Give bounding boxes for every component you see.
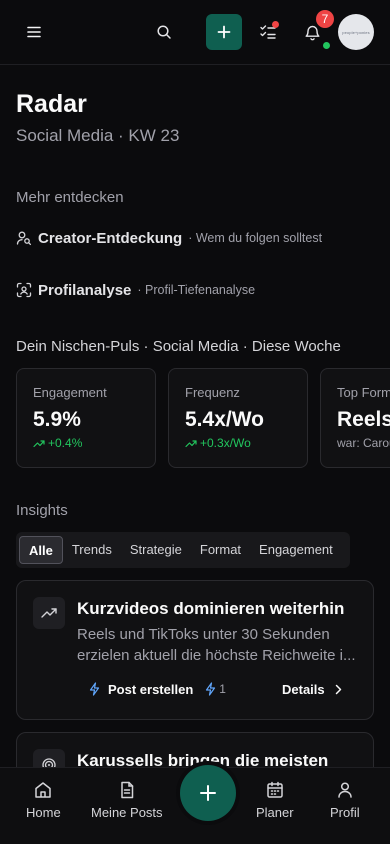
tab-strategie[interactable]: Strategie: [121, 536, 191, 564]
tab-engagement[interactable]: Engagement: [250, 536, 342, 564]
lightning-icon: [89, 682, 100, 696]
page-title: Radar: [16, 90, 87, 118]
stat-delta: +0.3x/Wo: [185, 436, 307, 450]
tab-trends[interactable]: Trends: [63, 536, 121, 564]
user-icon: [338, 782, 352, 798]
stat-label: Engagement: [33, 385, 107, 400]
avatar[interactable]: people+ponies: [338, 14, 374, 50]
stat-card-top-format[interactable]: Top Format Reels war: Carousel: [320, 368, 390, 468]
tab-format[interactable]: Format: [191, 536, 250, 564]
lightning-icon: [206, 682, 216, 696]
insights-heading: Insights: [16, 502, 68, 519]
create-post-label: Post erstellen: [108, 681, 194, 697]
chevron-right-icon: [335, 684, 341, 694]
insight-count-value: 1: [219, 682, 226, 696]
scan-face-icon: [16, 282, 32, 298]
discover-item-profile-analysis[interactable]: Profilanalyse · Profil-Tiefenanalyse: [16, 279, 255, 301]
insight-title: Kurzvideos dominieren weiterhin: [77, 599, 345, 618]
plus-icon: [200, 785, 216, 801]
pulse-cards[interactable]: Engagement 5.9% +0.4% Frequenz 5.4x/Wo +…: [16, 368, 390, 468]
nav-label: Planer: [256, 805, 294, 820]
avatar-logo-text: people+ponies: [342, 29, 370, 35]
pulse-heading: Dein Nischen-Puls · Social Media · Diese…: [16, 338, 341, 355]
stat-card-frequency[interactable]: Frequenz 5.4x/Wo +0.3x/Wo: [168, 368, 308, 468]
file-text-icon: [121, 781, 134, 799]
discover-item-subtitle: · Profil-Tiefenanalyse: [137, 283, 256, 297]
stat-card-engagement[interactable]: Engagement 5.9% +0.4%: [16, 368, 156, 468]
nav-label: Home: [26, 805, 61, 820]
nav-profile[interactable]: Profil: [330, 780, 360, 820]
details-button[interactable]: Details: [282, 679, 342, 699]
discover-item-title: Creator-Entdeckung: [38, 229, 183, 247]
trending-up-icon: [41, 608, 57, 618]
trend-up-icon: [185, 440, 197, 448]
stat-value: 5.4x/Wo: [185, 408, 264, 431]
stat-delta: +0.4%: [33, 436, 155, 450]
search-icon: [157, 25, 171, 39]
insight-actions: Post erstellen 1: [89, 679, 226, 699]
calendar-icon: [267, 781, 283, 798]
trend-up-icon: [33, 440, 45, 448]
menu-icon: [27, 26, 41, 38]
plus-icon: [217, 25, 231, 39]
menu-button[interactable]: [20, 18, 48, 46]
tab-alle[interactable]: Alle: [19, 536, 63, 564]
stat-label: Frequenz: [185, 385, 240, 400]
home-icon: [35, 782, 52, 798]
nav-my-posts[interactable]: Meine Posts: [91, 780, 163, 820]
nav-label: Meine Posts: [91, 805, 163, 820]
create-post-fab[interactable]: [180, 765, 236, 821]
stat-delta-value: +0.3x/Wo: [200, 436, 251, 450]
tasks-indicator-dot: [272, 21, 279, 28]
insight-tabs: Alle Trends Strategie Format Engagement: [16, 532, 350, 568]
page-subtitle: Social Media · KW 23: [16, 126, 180, 145]
insight-usage-count: 1: [205, 682, 226, 696]
create-post-button[interactable]: Post erstellen: [89, 682, 193, 697]
stat-value: Reels: [337, 408, 390, 431]
stat-previous: war: Carousel: [337, 436, 390, 450]
discover-item-subtitle: · Wem du folgen solltest: [188, 231, 323, 245]
bell-icon: [305, 25, 319, 40]
insight-card[interactable]: Kurzvideos dominieren weiterhin Reels un…: [16, 580, 374, 720]
tasks-button[interactable]: [254, 18, 282, 46]
discover-heading: Mehr entdecken: [16, 189, 124, 206]
notification-badge: 7: [316, 10, 334, 28]
discover-item-creator[interactable]: Creator-Entdeckung · Wem du folgen sollt…: [16, 227, 322, 249]
insight-body: Reels und TikToks unter 30 Sekunden erzi…: [77, 626, 356, 664]
stat-delta-value: +0.4%: [48, 436, 83, 450]
insight-icon-box: [33, 597, 65, 629]
create-button[interactable]: [206, 14, 242, 50]
nav-planner[interactable]: Planer: [256, 780, 294, 820]
nav-label: Profil: [330, 805, 360, 820]
stat-value: 5.9%: [33, 408, 81, 431]
discover-item-title: Profilanalyse: [38, 281, 132, 299]
top-bar: 7 people+ponies: [0, 0, 390, 65]
stat-label: Top Format: [337, 385, 390, 400]
search-button[interactable]: [150, 18, 178, 46]
nav-home[interactable]: Home: [26, 780, 61, 820]
details-label: Details: [282, 681, 325, 697]
user-search-icon: [16, 231, 32, 246]
online-status-dot: [323, 42, 330, 49]
